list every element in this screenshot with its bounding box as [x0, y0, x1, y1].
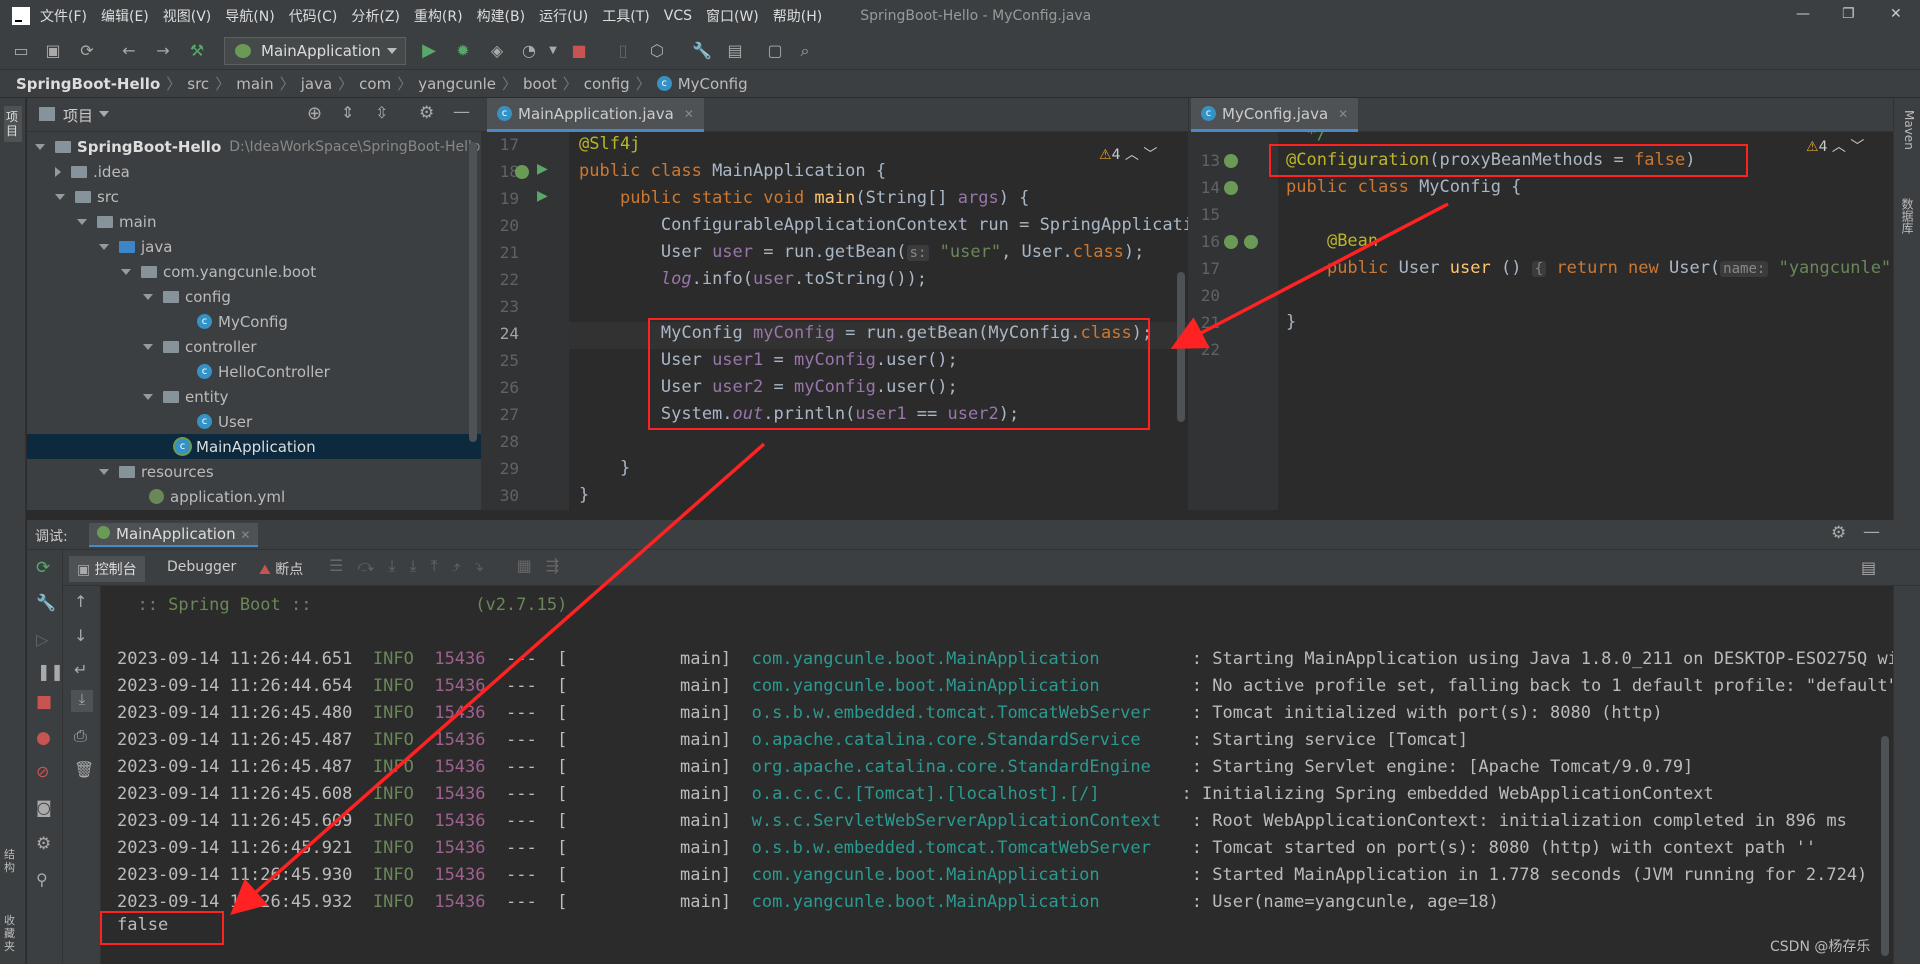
arrow-to-output [230, 442, 766, 915]
arrow-to-code [1170, 202, 1449, 349]
annotation-arrows [230, 202, 1449, 915]
